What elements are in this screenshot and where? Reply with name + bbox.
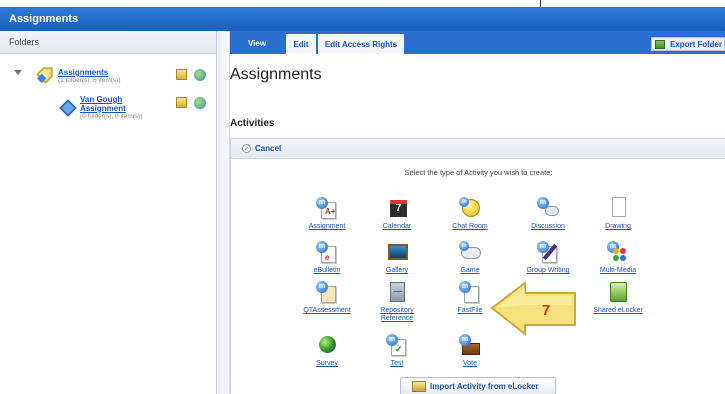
activity-calendar[interactable]: 7 Calendar [367,197,427,231]
export-folder-label: Export Folder [669,40,722,49]
activities-panel: Cancel Select the type of Activity you w… [230,138,725,394]
test-icon: m ✓ [386,334,408,356]
calendar-icon: 7 [386,197,408,219]
cancel-icon[interactable] [242,144,251,153]
window-title: Assignments [0,7,725,31]
step-callout-arrow-icon: 7 [490,281,576,336]
activity-label[interactable]: QTAssessment [297,307,357,315]
activity-label[interactable]: Game [440,267,500,275]
activity-game[interactable]: m Game [440,241,500,275]
group-writing-icon: m [537,241,559,263]
tree-node-label-line1[interactable]: Van Gough [80,95,160,104]
vote-icon: m [459,334,481,356]
tree-node-detail: (0 folder(s), 0 item(s)) [80,113,143,120]
tree-node-assignments[interactable]: Assignments (1 folder(s), 6 item(s)) [58,68,120,85]
activity-drawing[interactable]: Drawing [588,197,648,231]
activity-ebulletin[interactable]: me eBulletin [297,241,357,275]
folder-properties-icon[interactable] [176,69,187,80]
tab-edit-access-rights[interactable]: Edit Access Rights [318,34,404,54]
activity-label[interactable]: Shared eLocker [588,307,648,315]
export-icon [654,40,665,49]
multimedia-icon: m [607,241,629,263]
activity-vote[interactable]: m Vote [440,334,500,368]
activity-discussion[interactable]: m Discussion [518,197,578,231]
activity-label[interactable]: Chat Room [440,223,500,231]
item-properties-icon[interactable] [176,97,187,108]
repository-icon [386,281,408,303]
activity-multimedia[interactable]: m Multi-Media [588,241,648,275]
folders-header: Folders [0,31,216,54]
tree-node-label-line2[interactable]: Assignment [80,104,160,113]
activity-chat-room[interactable]: m Chat Room [440,197,500,231]
expand-triangle-icon[interactable] [14,70,22,75]
section-heading: Activities [230,118,275,129]
instruction-text: Select the type of Activity you wish to … [404,168,553,177]
activity-label[interactable]: Assignment [297,223,357,231]
activity-label[interactable]: Drawing [588,223,648,231]
activity-label[interactable]: Gallery [367,267,427,275]
cancel-bar: Cancel [231,139,725,159]
activity-qtassessment[interactable]: m QTAssessment [297,281,357,315]
activity-gallery[interactable]: Gallery [367,241,427,275]
node-actions [176,97,206,109]
activity-repository-reference[interactable]: Repository Reference [367,281,427,323]
qtassessment-icon: m [316,281,338,303]
item-share-icon[interactable] [194,97,206,109]
game-icon: m [459,241,481,263]
tree-node-label[interactable]: Assignments [58,68,120,77]
assignments-folder-icon [36,67,53,84]
node-actions [176,69,206,81]
activity-label-line1[interactable]: Repository [367,307,427,315]
activity-label[interactable]: Survey [297,360,357,368]
activity-label[interactable]: Discussion [518,223,578,231]
activity-group-writing[interactable]: m Group Writing [518,241,578,275]
activity-label[interactable]: Calendar [367,223,427,231]
fastfile-icon: m [459,281,481,303]
gallery-icon [386,241,408,263]
activity-label[interactable]: Multi-Media [588,267,648,275]
shared-elocker-icon [607,281,629,303]
elocker-icon [412,381,426,392]
tree-node-detail: (1 folder(s), 6 item(s)) [58,77,121,84]
activity-label[interactable]: Group Writing [518,267,578,275]
activity-survey[interactable]: Survey [297,334,357,368]
ebulletin-icon: me [316,241,338,263]
import-activity-button[interactable]: Import Activity from eLocker [400,377,556,394]
tab-bar: View Edit Edit Access Rights Export Fold… [230,31,725,54]
panel-splitter[interactable] [216,31,230,394]
top-strip [0,0,725,7]
assignment-item-icon [59,99,77,117]
activity-label[interactable]: eBulletin [297,267,357,275]
assignment-icon: m A+ [316,197,338,219]
tab-view[interactable]: View [230,34,284,54]
export-folder-button[interactable]: Export Folder [650,37,725,51]
activity-shared-elocker[interactable]: Shared eLocker [588,281,648,315]
folder-share-icon[interactable] [194,69,206,81]
survey-icon [316,334,338,356]
tab-edit[interactable]: Edit [286,34,316,54]
activity-test[interactable]: m ✓ Test [367,334,427,368]
drawing-icon [607,197,629,219]
activity-assignment[interactable]: m A+ Assignment [297,197,357,231]
cursor-mark [540,0,541,7]
folders-tree: Assignments (1 folder(s), 6 item(s)) Van… [0,54,216,394]
cancel-link[interactable]: Cancel [255,139,281,159]
activity-label-line2[interactable]: Reference [367,315,427,323]
chat-room-icon: m [459,197,481,219]
import-activity-label: Import Activity from eLocker [430,382,539,391]
step-number: 7 [542,302,550,319]
discussion-icon: m [537,197,559,219]
activity-label[interactable]: Vote [440,360,500,368]
activity-label[interactable]: Test [367,360,427,368]
page-title: Assignments [230,66,322,83]
tree-node-van-gough[interactable]: Van Gough Assignment (0 folder(s), 0 ite… [80,95,160,121]
